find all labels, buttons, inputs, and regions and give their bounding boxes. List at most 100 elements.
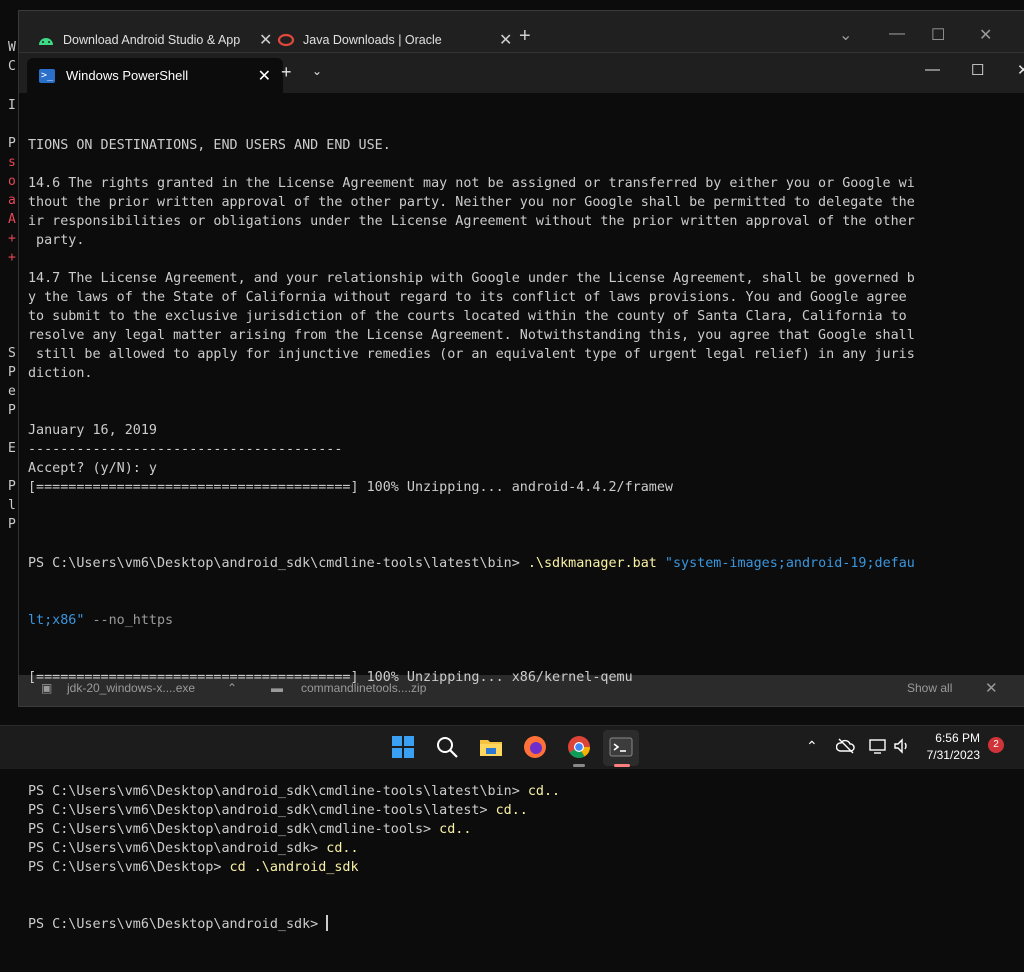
terminal-line: party.	[28, 233, 85, 248]
background-char: E	[8, 441, 16, 456]
terminal-prompt: PS C:\Users\vm6\Desktop\android_sdk\cmdl…	[28, 822, 440, 837]
close-icon[interactable]: ✕	[259, 30, 272, 50]
terminal-line: 14.6 The rights granted in the License A…	[28, 176, 915, 191]
windows-start-icon[interactable]	[390, 734, 416, 760]
terminal-icon[interactable]	[608, 734, 634, 760]
terminal-command: cd..	[527, 784, 561, 799]
terminal-prompt: PS C:\Users\vm6\Desktop\android_sdk\cmdl…	[28, 784, 528, 799]
terminal-line: lt;x86" --no_https	[28, 613, 174, 628]
terminal-line: Accept? (y/N): y	[28, 461, 157, 476]
terminal-line: to submit to the exclusive jurisdiction …	[28, 309, 907, 324]
minimize-icon[interactable]: —	[925, 61, 940, 78]
browser-tab-android-studio[interactable]: Download Android Studio & App ✕	[37, 25, 277, 55]
browser-tab-label: Download Android Studio & App	[63, 33, 241, 47]
terminal-line: thout the prior written approval of the …	[28, 195, 915, 210]
chrome-active-indicator	[573, 764, 585, 767]
background-char: P	[8, 479, 16, 494]
notification-badge[interactable]: 2	[988, 737, 1004, 753]
background-char: C	[8, 59, 16, 74]
close-icon[interactable]: ✕	[979, 25, 992, 45]
android-icon	[39, 38, 53, 45]
terminal-tab-powershell[interactable]: >_ Windows PowerShell ✕	[27, 58, 283, 93]
new-tab-button[interactable]: +	[281, 62, 292, 83]
network-icon[interactable]	[868, 736, 888, 756]
firefox-icon[interactable]	[522, 734, 548, 760]
terminal-prompt-line[interactable]: PS C:\Users\vm6\Desktop\android_sdk>	[28, 915, 1018, 934]
terminal-active-indicator	[614, 764, 630, 767]
search-icon[interactable]	[434, 734, 460, 760]
terminal-output[interactable]: TIONS ON DESTINATIONS, END USERS AND END…	[28, 98, 1018, 972]
terminal-line: 14.7 The License Agreement, and your rel…	[28, 271, 915, 286]
background-terminal-strip: W C I Ps o a A + + S Pe P E Pl P	[0, 0, 18, 725]
background-char: P	[8, 365, 16, 380]
minimize-icon[interactable]: —	[889, 25, 905, 43]
tab-search-icon[interactable]: ⌄	[839, 25, 852, 45]
text-cursor	[326, 915, 329, 931]
terminal-line: PS C:\Users\vm6\Desktop\android_sdk\cmdl…	[28, 801, 1018, 820]
terminal-line: [=======================================…	[28, 480, 673, 495]
background-char: l	[8, 498, 16, 513]
terminal-line: PS C:\Users\vm6\Desktop\android_sdk\cmdl…	[28, 556, 915, 571]
taskbar: ⌃ 6:56 PM 7/31/2023 2	[0, 725, 1024, 769]
chrome-icon[interactable]	[566, 734, 592, 760]
background-char: I	[8, 98, 16, 113]
terminal-line: PS C:\Users\vm6\Desktop\android_sdk\cmdl…	[28, 782, 1018, 801]
clock-time: 6:56 PM	[935, 731, 980, 745]
background-char: P	[8, 517, 16, 532]
background-char: a	[8, 193, 16, 208]
terminal-line: resolve any legal matter arising from th…	[28, 328, 915, 343]
close-icon[interactable]: ✕	[258, 66, 271, 86]
terminal-command: cd .\android_sdk	[229, 860, 359, 875]
cloud-offline-icon[interactable]	[836, 736, 856, 756]
maximize-icon[interactable]: ☐	[931, 25, 945, 45]
terminal-line: ir responsibilities or obligations under…	[28, 214, 915, 229]
background-char: +	[8, 250, 16, 265]
background-char: o	[8, 174, 16, 189]
terminal-line: PS C:\Users\vm6\Desktop\android_sdk> cd.…	[28, 839, 1018, 858]
terminal-line: TIONS ON DESTINATIONS, END USERS AND END…	[28, 138, 391, 153]
terminal-titlebar: >_ Windows PowerShell ✕ + ⌄ — ☐ ✕	[19, 53, 1024, 93]
system-clock[interactable]: 6:56 PM 7/31/2023	[927, 730, 980, 764]
terminal-line: [=======================================…	[28, 670, 633, 685]
background-char: S	[8, 346, 16, 361]
background-char: P	[8, 136, 16, 151]
close-icon[interactable]: ✕	[499, 30, 512, 50]
terminal-prompt: PS C:\Users\vm6\Desktop\android_sdk\cmdl…	[28, 803, 496, 818]
chevron-up-icon[interactable]: ⌃	[806, 738, 818, 755]
terminal-line: still be allowed to apply for injunctive…	[28, 347, 915, 362]
background-char: A	[8, 212, 16, 227]
background-char: +	[8, 231, 16, 246]
background-char: e	[8, 384, 16, 399]
terminal-prompt: PS C:\Users\vm6\Desktop\android_sdk>	[28, 841, 327, 856]
terminal-line: PS C:\Users\vm6\Desktop\android_sdk\cmdl…	[28, 820, 1018, 839]
terminal-line: ---------------------------------------	[28, 442, 343, 457]
terminal-line: y the laws of the State of California wi…	[28, 290, 907, 305]
browser-tab-label: Java Downloads | Oracle	[303, 33, 442, 47]
file-explorer-icon[interactable]	[478, 734, 504, 760]
terminal-line: January 16, 2019	[28, 423, 157, 438]
terminal-prompt: PS C:\Users\vm6\Desktop>	[28, 860, 230, 875]
background-char: W	[8, 40, 16, 55]
terminal-tab-title: Windows PowerShell	[66, 68, 189, 83]
background-char: P	[8, 403, 16, 418]
speaker-icon[interactable]	[892, 736, 912, 756]
chevron-down-icon[interactable]: ⌄	[312, 64, 322, 78]
close-icon[interactable]: ✕	[1017, 61, 1024, 79]
new-tab-button[interactable]: +	[519, 25, 531, 48]
maximize-icon[interactable]: ☐	[971, 61, 984, 79]
oracle-icon	[277, 33, 295, 47]
terminal-command: cd..	[495, 803, 528, 818]
terminal-command: cd..	[439, 822, 472, 837]
terminal-line: diction.	[28, 366, 93, 381]
terminal-command: cd..	[326, 841, 359, 856]
browser-tab-java[interactable]: Java Downloads | Oracle ✕	[277, 25, 517, 55]
powershell-icon: >_	[39, 68, 55, 83]
clock-date: 7/31/2023	[926, 748, 980, 762]
background-char: s	[8, 155, 16, 170]
terminal-line: PS C:\Users\vm6\Desktop> cd .\android_sd…	[28, 858, 1018, 877]
